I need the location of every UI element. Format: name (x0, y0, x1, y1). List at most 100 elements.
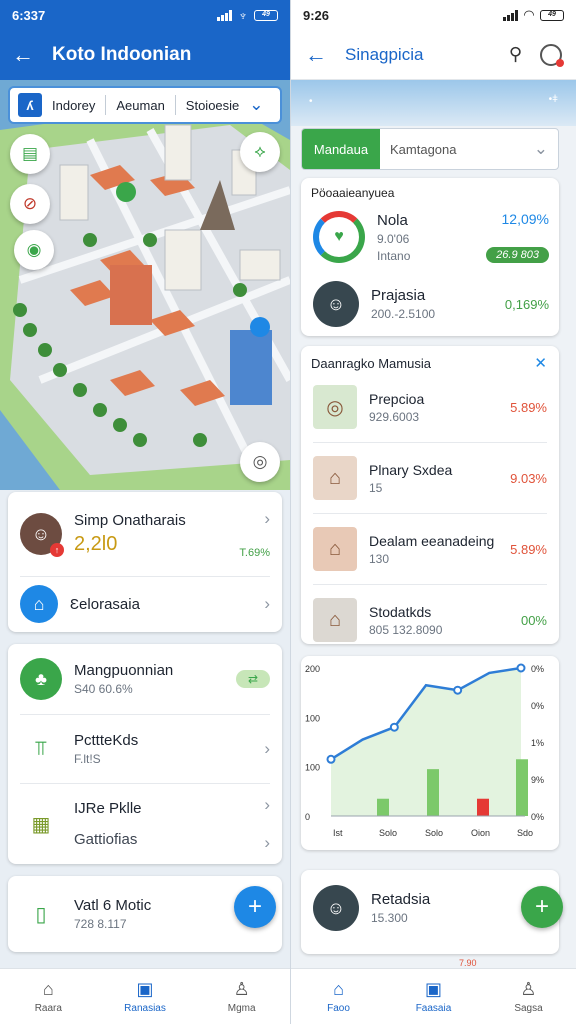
chip-stoioesie[interactable]: Stoioesie (186, 98, 239, 113)
list-item[interactable]: ⌂ Ɛelorasaia › (8, 577, 282, 631)
y2-tick-label: 9% (531, 775, 544, 785)
ranking-item[interactable]: ◎ Prepcioa 929.6003 5.89% (301, 372, 559, 442)
ranking-item[interactable]: ⌂ Dealam eeanadeing 130 5.89% (301, 514, 559, 584)
avatar: ☺ ↑ (20, 513, 64, 557)
item-title: Gattiofias (74, 831, 138, 848)
user-title: Simp Onatharais (74, 512, 186, 529)
chevron-right-icon[interactable]: › (264, 594, 270, 614)
ranking-item[interactable]: ⌂ Plnary Sxdea 15 9.03% (301, 443, 559, 513)
add-button[interactable]: + (521, 886, 563, 928)
nav-home[interactable]: ⌂ Faoo (291, 969, 386, 1024)
chart-bar (477, 798, 489, 816)
compass-icon[interactable]: ◎ (240, 442, 280, 482)
nav-map[interactable]: ▣ Faasaia (386, 969, 481, 1024)
nav-profile[interactable]: ♙ Mgma (193, 969, 290, 1024)
divider (105, 95, 107, 115)
x-tick-label: Ist (333, 828, 343, 838)
chart-bar (377, 798, 389, 816)
list-item[interactable]: ▦ IJRe Pklle Gattiofias › › (8, 784, 282, 864)
y2-tick-label: 0% (531, 664, 544, 674)
bottom-nav: ⌂ Raara ▣ Ranasias ♙ Mgma (0, 968, 290, 1024)
chevron-right-icon[interactable]: › (264, 509, 270, 529)
tab-active[interactable]: Mandaua (302, 129, 380, 169)
item-title: Mangpuonnian (74, 662, 174, 679)
add-button[interactable]: + (234, 886, 276, 928)
clipboard-icon[interactable]: ▤ (10, 134, 50, 174)
building-thumbnail-icon: ◎ (313, 385, 357, 429)
item-subtitle: F.lt!S (74, 752, 101, 766)
status-icons: ◠ 49 (503, 7, 564, 23)
battery-icon: 49 (254, 9, 278, 21)
tree-icon: ♣ (20, 658, 62, 700)
section-title: Daanragko Mamusia (311, 355, 431, 371)
bus-icon[interactable]: ◉ (14, 230, 54, 270)
no-entry-icon[interactable]: ⊘ (10, 184, 50, 224)
chart-bar (516, 759, 528, 816)
map-icon: ▣ (424, 979, 442, 999)
ranking-card: Daanragko Mamusia ✕ ◎ Prepcioa 929.6003 5.8… (301, 346, 559, 644)
item-subtitle: 805 132.8090 (369, 622, 443, 637)
x-tick-label: Sdo (517, 828, 533, 838)
item-subtitle: 130 (369, 551, 390, 566)
item-title: Prepcioa (369, 390, 425, 407)
status-icons: ♆ 49 (217, 8, 278, 23)
sparkle-icon: •ǂ (548, 94, 558, 105)
item-subtitle: 15.300 (371, 911, 408, 925)
right-screen: 9:26 ◠ 49 ← Sinagpicia ⚲ • •ǂ Mandaua Ka… (290, 0, 576, 1024)
section-title: Pöoaaieanyuea (311, 186, 395, 200)
x-tick-label: Oion (471, 828, 490, 838)
category-selector[interactable]: Mandaua Kamtagona ⌄ (301, 128, 559, 170)
ranking-item[interactable]: ⌂ Stodatkds 805 132.8090 00% (301, 585, 559, 655)
back-arrow-icon[interactable]: ← (305, 42, 327, 68)
profile-icon[interactable] (540, 43, 564, 67)
nav-home[interactable]: ⌂ Raara (0, 969, 97, 1024)
back-arrow-icon[interactable]: ← (12, 42, 34, 68)
nav-profile[interactable]: ♙ Sagsa (481, 969, 576, 1024)
person-card: ☺ Retadsia 15.300 (301, 870, 559, 954)
chevron-down-icon[interactable]: ⌄ (249, 95, 263, 115)
share-icon[interactable]: ⟡ (240, 132, 280, 172)
status-bar: 6:337 ♆ 49 (0, 0, 290, 30)
chip-indorey[interactable]: Indorey (52, 98, 95, 113)
app-logo-icon: ʎ (18, 93, 42, 117)
building-thumbnail-icon: ⌂ (313, 456, 357, 500)
nav-map[interactable]: ▣ Ranasias (97, 969, 194, 1024)
page-title: Koto Indoonian (52, 44, 192, 65)
tab-selected-value[interactable]: Kamtagona (380, 142, 534, 157)
search-icon[interactable]: ⚲ (509, 44, 522, 65)
chevron-right-icon[interactable]: › (264, 795, 270, 815)
signal-icon (217, 9, 233, 21)
user-stat: T.69% (239, 547, 270, 559)
status-time: 6:337 (12, 7, 46, 23)
home-icon: ⌂ (42, 979, 54, 999)
item-title: Plnary Sxdea (369, 461, 453, 478)
list-item[interactable]: ☺ Prajasia 200.-2.5100 0,169% (301, 274, 559, 334)
status-time: 9:26 (303, 7, 330, 23)
map-icon: ▣ (136, 979, 154, 999)
chevron-right-icon[interactable]: › (264, 833, 270, 853)
item-percent: 5.89% (510, 399, 547, 415)
chevron-down-icon[interactable]: ⌄ (534, 139, 548, 159)
item-percent: 9.03% (510, 470, 547, 486)
close-icon[interactable]: ✕ (534, 354, 547, 372)
user-amount: 2,2l0 (74, 533, 118, 555)
list-item[interactable]: ♣ Mangpuonnian S40 60.6% ⇄ (8, 644, 282, 714)
small-label: 7.90 (459, 958, 477, 968)
dot-icon: • (309, 96, 313, 107)
avatar: ☺ (313, 885, 359, 931)
list-item[interactable]: ⫪ PcttteKds F.lt!S › (8, 715, 282, 783)
chip-aeuman[interactable]: Aeuman (116, 98, 164, 113)
chevron-right-icon[interactable]: › (264, 739, 270, 759)
chart-point (453, 685, 463, 695)
y2-tick-label: 1% (531, 738, 544, 748)
toggle-switch[interactable]: ⇄ (236, 670, 270, 688)
user-row[interactable]: ☺ ↑ Simp Onatharais 2,2l0 › T.69% (8, 492, 282, 576)
left-screen: 6:337 ♆ 49 ← Koto Indoonian ʎ Indorey Ae… (0, 0, 290, 1024)
x-tick-label: Solo (425, 828, 443, 838)
chart-point (389, 722, 399, 732)
avatar: ☺ (313, 281, 359, 327)
summary-card: ☺ ↑ Simp Onatharais 2,2l0 › T.69% ⌂ Ɛelo… (8, 492, 282, 632)
donut-chart-icon: ♥ (313, 211, 365, 263)
item-title: PcttteKds (74, 732, 139, 749)
list-item[interactable]: ♥ Nola 9.0'06 Intano 12,09% 26.9 803 (301, 200, 559, 274)
